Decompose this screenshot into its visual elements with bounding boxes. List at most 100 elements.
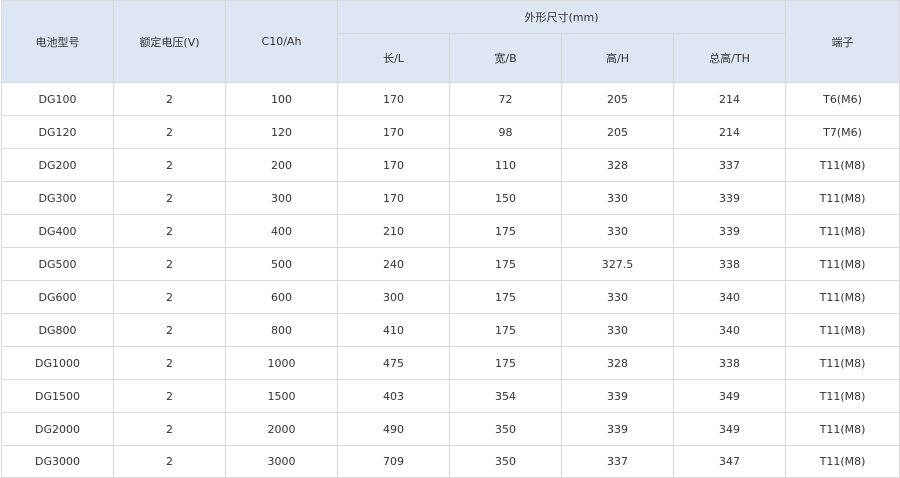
cell-terminal: T11(M8)	[785, 214, 900, 248]
cell-terminal: T11(M8)	[785, 181, 900, 215]
cell-model: DG300	[1, 181, 114, 215]
cell-voltage: 2	[113, 82, 226, 116]
cell-capacity: 100	[225, 82, 338, 116]
header-width: 宽/B	[449, 33, 562, 83]
cell-capacity: 600	[225, 280, 338, 314]
cell-length: 403	[337, 379, 450, 413]
cell-model: DG3000	[1, 445, 114, 478]
cell-width: 175	[449, 280, 562, 314]
cell-capacity: 300	[225, 181, 338, 215]
cell-height: 328	[561, 346, 674, 380]
cell-height: 339	[561, 379, 674, 413]
table-row: DG600 2 600 300 175 330 340 T11(M8)	[1, 280, 900, 314]
cell-length: 490	[337, 412, 450, 446]
header-row-top: 电池型号 额定电压(V) C10/Ah 外形尺寸(mm) 端子	[1, 0, 900, 83]
header-terminal: 端子	[785, 0, 900, 83]
cell-length: 170	[337, 82, 450, 116]
header-length: 长/L	[337, 33, 450, 83]
cell-terminal: T11(M8)	[785, 148, 900, 182]
cell-total-height: 340	[672, 280, 787, 314]
cell-terminal: T11(M8)	[785, 280, 900, 314]
cell-total-height: 347	[672, 445, 787, 478]
cell-length: 410	[337, 313, 450, 347]
cell-model: DG800	[1, 313, 114, 347]
cell-voltage: 2	[113, 115, 226, 149]
cell-model: DG1000	[1, 346, 114, 380]
cell-height: 337	[561, 445, 674, 478]
cell-terminal: T11(M8)	[785, 247, 900, 281]
table-row: DG300 2 300 170 150 330 339 T11(M8)	[1, 181, 900, 215]
table-row: DG100 2 100 170 72 205 214 T6(M6)	[1, 82, 900, 116]
cell-voltage: 2	[113, 379, 226, 413]
battery-spec-table: 电池型号 额定电压(V) C10/Ah 外形尺寸(mm) 端子 长/L 宽/B …	[1, 0, 900, 478]
cell-capacity: 800	[225, 313, 338, 347]
header-model: 电池型号	[1, 0, 114, 83]
header-voltage: 额定电压(V)	[113, 0, 226, 83]
cell-terminal: T6(M6)	[785, 82, 900, 116]
cell-model: DG600	[1, 280, 114, 314]
table-row: DG400 2 400 210 175 330 339 T11(M8)	[1, 214, 900, 248]
cell-model: DG200	[1, 148, 114, 182]
cell-total-height: 337	[672, 148, 787, 182]
cell-capacity: 1000	[225, 346, 338, 380]
cell-voltage: 2	[113, 214, 226, 248]
cell-capacity: 200	[225, 148, 338, 182]
cell-total-height: 349	[672, 379, 787, 413]
cell-model: DG500	[1, 247, 114, 281]
table-header: 电池型号 额定电压(V) C10/Ah 外形尺寸(mm) 端子 长/L 宽/B …	[1, 0, 900, 83]
cell-model: DG120	[1, 115, 114, 149]
cell-width: 350	[449, 412, 562, 446]
cell-length: 300	[337, 280, 450, 314]
cell-width: 354	[449, 379, 562, 413]
cell-height: 205	[561, 82, 674, 116]
cell-width: 150	[449, 181, 562, 215]
cell-length: 170	[337, 148, 450, 182]
cell-total-height: 349	[672, 412, 787, 446]
cell-terminal: T11(M8)	[785, 313, 900, 347]
cell-terminal: T11(M8)	[785, 346, 900, 380]
header-total-height: 总高/TH	[672, 33, 787, 83]
cell-length: 170	[337, 181, 450, 215]
cell-width: 72	[449, 82, 562, 116]
cell-height: 205	[561, 115, 674, 149]
cell-height: 327.5	[561, 247, 674, 281]
cell-voltage: 2	[113, 445, 226, 478]
cell-total-height: 214	[672, 82, 787, 116]
cell-width: 110	[449, 148, 562, 182]
cell-model: DG1500	[1, 379, 114, 413]
cell-height: 330	[561, 181, 674, 215]
cell-total-height: 214	[672, 115, 787, 149]
cell-voltage: 2	[113, 412, 226, 446]
cell-voltage: 2	[113, 313, 226, 347]
cell-total-height: 339	[672, 214, 787, 248]
cell-length: 709	[337, 445, 450, 478]
cell-terminal: T7(M6)	[785, 115, 900, 149]
cell-voltage: 2	[113, 148, 226, 182]
cell-width: 350	[449, 445, 562, 478]
cell-voltage: 2	[113, 247, 226, 281]
cell-model: DG2000	[1, 412, 114, 446]
table-row: DG500 2 500 240 175 327.5 338 T11(M8)	[1, 247, 900, 281]
cell-terminal: T11(M8)	[785, 412, 900, 446]
cell-capacity: 1500	[225, 379, 338, 413]
cell-height: 328	[561, 148, 674, 182]
cell-width: 175	[449, 313, 562, 347]
cell-voltage: 2	[113, 181, 226, 215]
cell-length: 170	[337, 115, 450, 149]
table-row: DG3000 2 3000 709 350 337 347 T11(M8)	[1, 445, 900, 478]
cell-total-height: 339	[672, 181, 787, 215]
cell-width: 98	[449, 115, 562, 149]
cell-total-height: 338	[672, 247, 787, 281]
table-row: DG200 2 200 170 110 328 337 T11(M8)	[1, 148, 900, 182]
table-body: DG100 2 100 170 72 205 214 T6(M6) DG120 2 120 170 98…	[1, 82, 900, 478]
cell-length: 240	[337, 247, 450, 281]
cell-terminal: T11(M8)	[785, 379, 900, 413]
cell-terminal: T11(M8)	[785, 445, 900, 478]
table-row: DG120 2 120 170 98 205 214 T7(M6)	[1, 115, 900, 149]
cell-width: 175	[449, 247, 562, 281]
table-row: DG1500 2 1500 403 354 339 349 T11(M8)	[1, 379, 900, 413]
cell-height: 330	[561, 280, 674, 314]
table-row: DG800 2 800 410 175 330 340 T11(M8)	[1, 313, 900, 347]
cell-height: 339	[561, 412, 674, 446]
cell-total-height: 340	[672, 313, 787, 347]
